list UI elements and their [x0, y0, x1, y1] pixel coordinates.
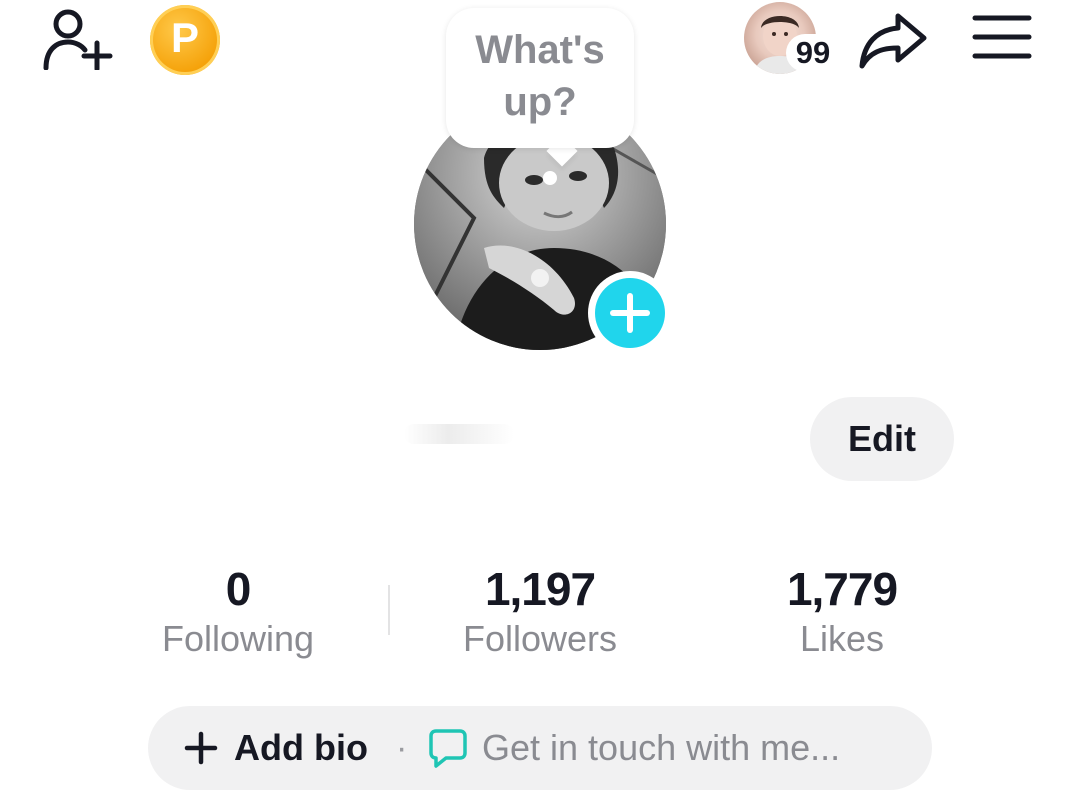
following-count[interactable]: 0 [138, 562, 338, 616]
add-bio-button[interactable]: Add bio [234, 723, 368, 773]
followers-count[interactable]: 1,197 [440, 562, 640, 616]
add-photo-button[interactable] [588, 271, 672, 355]
bio-separator: · [396, 729, 408, 767]
hamburger-menu-icon[interactable] [972, 14, 1032, 60]
chat-bubble-icon[interactable] [428, 727, 468, 769]
share-arrow-icon[interactable] [858, 10, 928, 70]
stats-divider [388, 585, 390, 635]
plus-icon [610, 293, 650, 333]
coin-letter: P [170, 14, 199, 61]
coin-icon[interactable]: P [150, 5, 220, 75]
username-placeholder [404, 424, 514, 444]
likes-label[interactable]: Likes [742, 618, 942, 660]
contact-link[interactable]: Get in touch with me... [482, 723, 840, 773]
status-bubble-text[interactable]: What's up? [446, 24, 634, 128]
add-friend-icon[interactable] [40, 6, 116, 70]
followers-label[interactable]: Followers [440, 618, 640, 660]
bubble-dot [543, 171, 557, 185]
add-photo-circle [595, 278, 665, 348]
edit-profile-button[interactable]: Edit [810, 397, 954, 481]
likes-count[interactable]: 1,779 [742, 562, 942, 616]
add-bio-plus-icon[interactable] [184, 731, 218, 765]
following-label[interactable]: Following [138, 618, 338, 660]
story-count-badge: 99 [786, 34, 840, 72]
